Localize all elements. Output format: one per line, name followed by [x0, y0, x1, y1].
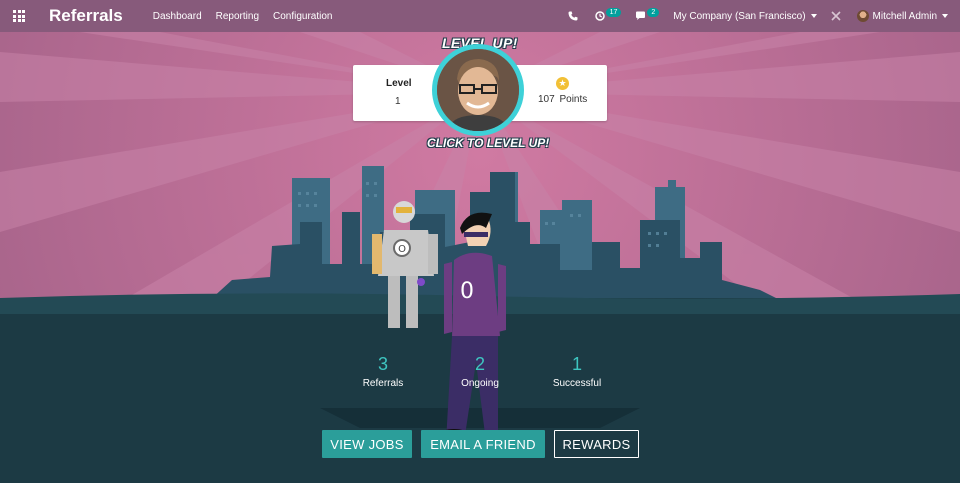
debug-tools-icon[interactable] — [830, 11, 841, 21]
points-unit: Points — [559, 94, 588, 105]
level-label: Level — [386, 78, 412, 89]
points-number: 107 — [538, 94, 555, 105]
svg-text:0: 0 — [460, 279, 474, 304]
referral-hero: O 0 Level 1 ★ 107 Points LEVEL UP! CLICK… — [0, 32, 960, 483]
rewards-button[interactable]: REWARDS — [554, 430, 639, 458]
company-switcher[interactable]: My Company (San Francisco) — [673, 10, 817, 22]
star-icon: ★ — [556, 77, 569, 90]
app-title[interactable]: Referrals — [49, 6, 123, 26]
stat-referrals-value: 3 — [377, 354, 388, 374]
svg-text:O: O — [398, 244, 406, 255]
activity-count-badge: 17 — [605, 7, 622, 17]
user-menu[interactable]: Mitchell Admin — [856, 10, 948, 22]
user-avatar-large[interactable] — [432, 44, 524, 136]
chevron-down-icon — [810, 14, 817, 18]
navbar-systray: 17 2 My Company (San Francisco) Mitchell… — [568, 0, 960, 32]
stat-ongoing-value: 2 — [474, 354, 485, 374]
click-to-level-up-link[interactable]: CLICK TO LEVEL UP! — [427, 136, 549, 150]
company-name: My Company (San Francisco) — [673, 10, 806, 22]
avatar-portrait — [437, 49, 519, 131]
menu-configuration[interactable]: Configuration — [273, 11, 332, 22]
stat-referrals-label: Referrals — [362, 378, 404, 389]
view-jobs-button[interactable]: VIEW JOBS — [322, 430, 412, 458]
stat-ongoing: 2 Ongoing — [430, 354, 530, 389]
top-navbar: Referrals Dashboard Reporting Configurat… — [0, 0, 960, 32]
stat-successful: 1 Successful — [527, 354, 627, 389]
menu-reporting[interactable]: Reporting — [216, 11, 259, 22]
user-name: Mitchell Admin — [872, 10, 937, 22]
stat-successful-value: 1 — [571, 354, 582, 374]
menu-dashboard[interactable]: Dashboard — [153, 11, 202, 22]
messages-count-badge: 2 — [647, 7, 660, 17]
stat-ongoing-label: Ongoing — [461, 378, 499, 389]
apps-menu-icon[interactable] — [2, 0, 36, 32]
level-value: 1 — [395, 96, 401, 107]
email-friend-button[interactable]: EMAIL A FRIEND — [421, 430, 545, 458]
messages-icon[interactable]: 2 — [635, 7, 660, 21]
points-value: 107 Points — [538, 94, 587, 105]
stat-successful-label: Successful — [552, 378, 602, 389]
activity-icon[interactable]: 17 — [594, 7, 622, 21]
user-avatar — [856, 10, 869, 22]
stat-referrals: 3 Referrals — [333, 354, 433, 389]
chevron-down-icon — [942, 14, 948, 18]
phone-icon[interactable] — [568, 11, 578, 21]
